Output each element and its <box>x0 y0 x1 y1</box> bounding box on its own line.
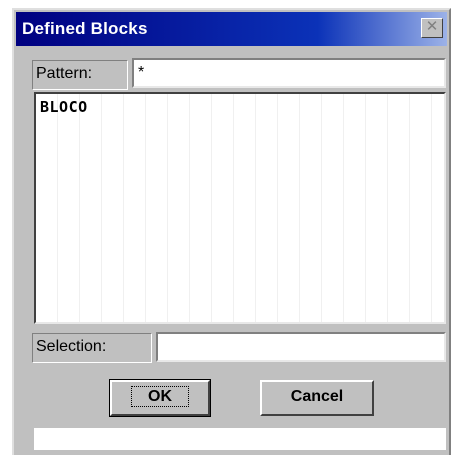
title-bar[interactable]: Defined Blocks ✕ <box>16 12 447 46</box>
cancel-button[interactable]: Cancel <box>260 380 374 416</box>
window-title: Defined Blocks <box>22 19 148 38</box>
status-bar <box>34 428 446 450</box>
close-icon[interactable]: ✕ <box>421 18 443 38</box>
pattern-label: Pattern: <box>36 65 93 82</box>
blocks-list[interactable]: BLOCO <box>34 92 446 324</box>
selection-label: Selection: <box>36 338 107 355</box>
ok-button[interactable]: OK <box>109 379 211 417</box>
defined-blocks-dialog: Defined Blocks ✕ Pattern: BLOCO Selectio… <box>12 8 451 455</box>
selection-input[interactable] <box>156 332 446 362</box>
pattern-input[interactable] <box>132 58 446 88</box>
ok-button-label: OK <box>131 386 189 407</box>
list-item[interactable]: BLOCO <box>40 98 88 116</box>
